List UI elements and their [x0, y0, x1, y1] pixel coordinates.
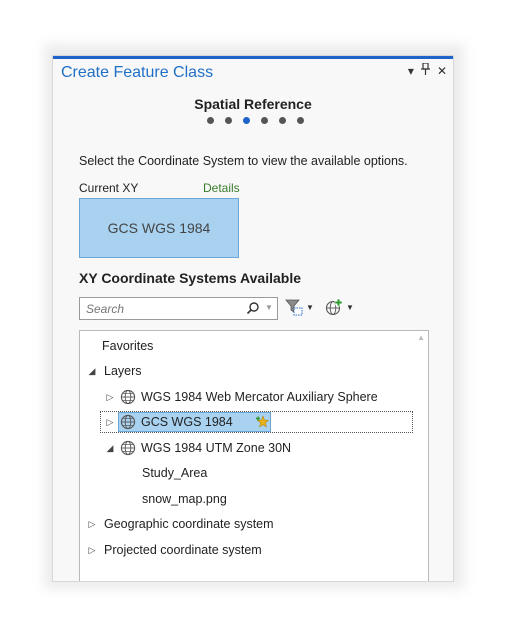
- globe-icon: [120, 414, 136, 430]
- pane-title-controls: ▾ ✕: [408, 62, 447, 78]
- step-dot-4[interactable]: [261, 117, 268, 124]
- collapsed-arrow-icon[interactable]: ▷: [104, 417, 116, 428]
- expanded-arrow-icon[interactable]: ◢: [104, 443, 116, 454]
- tree-item-geographic[interactable]: ▷ Geographic coordinate system: [86, 513, 274, 535]
- search-input[interactable]: [84, 300, 238, 318]
- current-coordinate-system-box[interactable]: GCS WGS 1984: [79, 198, 239, 258]
- scroll-up-arrow[interactable]: ▲: [417, 333, 425, 342]
- pane-title: Create Feature Class: [61, 64, 214, 81]
- tree-item-label: Geographic coordinate system: [104, 517, 274, 531]
- step-dot-6[interactable]: [297, 117, 304, 124]
- available-systems-heading: XY Coordinate Systems Available: [79, 270, 302, 286]
- step-dot-3-active[interactable]: [243, 117, 250, 124]
- pane-options-icon[interactable]: ▾: [408, 64, 414, 78]
- current-xy-label: Current XY: [79, 181, 139, 195]
- chevron-down-icon: ▼: [306, 302, 314, 312]
- tree-item-study-area[interactable]: Study_Area: [142, 462, 207, 484]
- close-icon[interactable]: ✕: [437, 64, 447, 78]
- tree-item-label: WGS 1984 UTM Zone 30N: [141, 441, 292, 455]
- tree-item-label: Favorites: [102, 339, 154, 353]
- tree-item-favorites[interactable]: Favorites: [102, 335, 153, 357]
- step-dot-2[interactable]: [225, 117, 232, 124]
- pane-accent-bar: [53, 56, 453, 59]
- step-dot-1[interactable]: [207, 117, 214, 124]
- tree-item-label: Layers: [104, 364, 142, 378]
- filter-icon: [285, 299, 303, 316]
- add-globe-icon: [325, 298, 343, 316]
- expanded-arrow-icon[interactable]: ◢: [86, 366, 98, 377]
- globe-icon: [120, 389, 136, 405]
- collapsed-arrow-icon[interactable]: ▷: [86, 519, 98, 530]
- wizard-step-indicator: [207, 117, 304, 124]
- filter-dropdown-button[interactable]: ▼: [285, 297, 314, 317]
- search-icon[interactable]: [246, 301, 260, 315]
- collapsed-arrow-icon[interactable]: ▷: [104, 392, 116, 403]
- coordinate-system-tree: ▲ Favorites ◢ Layers ▷ WGS 1984 Web Merc…: [79, 330, 429, 581]
- add-coordinate-system-dropdown-button[interactable]: ▼: [325, 297, 354, 317]
- add-favorite-star-icon[interactable]: [256, 415, 269, 428]
- globe-icon: [120, 440, 136, 456]
- tree-item-web-mercator[interactable]: ▷ WGS 1984 Web Mercator Auxiliary Sphere: [104, 386, 378, 408]
- collapsed-arrow-icon[interactable]: ▷: [86, 545, 98, 556]
- tree-item-label: Study_Area: [142, 466, 208, 480]
- instruction-text: Select the Coordinate System to view the…: [79, 154, 408, 168]
- tree-item-label: WGS 1984 Web Mercator Auxiliary Sphere: [141, 390, 378, 404]
- create-feature-class-pane: Create Feature Class ▾ ✕ Spatial Referen…: [52, 55, 454, 582]
- wizard-step-title: Spatial Reference: [194, 96, 312, 112]
- tree-item-label: GCS WGS 1984: [141, 415, 233, 429]
- search-options-caret[interactable]: ▼: [265, 303, 273, 312]
- tree-item-label: snow_map.png: [142, 492, 227, 506]
- tree-item-projected[interactable]: ▷ Projected coordinate system: [86, 539, 262, 561]
- tree-item-label: Projected coordinate system: [104, 543, 262, 557]
- step-dot-5[interactable]: [279, 117, 286, 124]
- search-box: ▼: [79, 297, 278, 320]
- tree-item-gcs-wgs-1984[interactable]: ▷ GCS WGS 1984: [104, 411, 233, 433]
- pin-icon[interactable]: [420, 62, 430, 78]
- tree-item-utm-zone-30n[interactable]: ◢ WGS 1984 UTM Zone 30N: [104, 437, 291, 459]
- current-coordinate-system-value: GCS WGS 1984: [107, 220, 211, 236]
- tree-item-layers[interactable]: ◢ Layers: [86, 360, 142, 382]
- chevron-down-icon: ▼: [346, 302, 354, 312]
- tree-item-snow-map[interactable]: snow_map.png: [142, 488, 227, 510]
- details-link[interactable]: Details: [203, 181, 240, 195]
